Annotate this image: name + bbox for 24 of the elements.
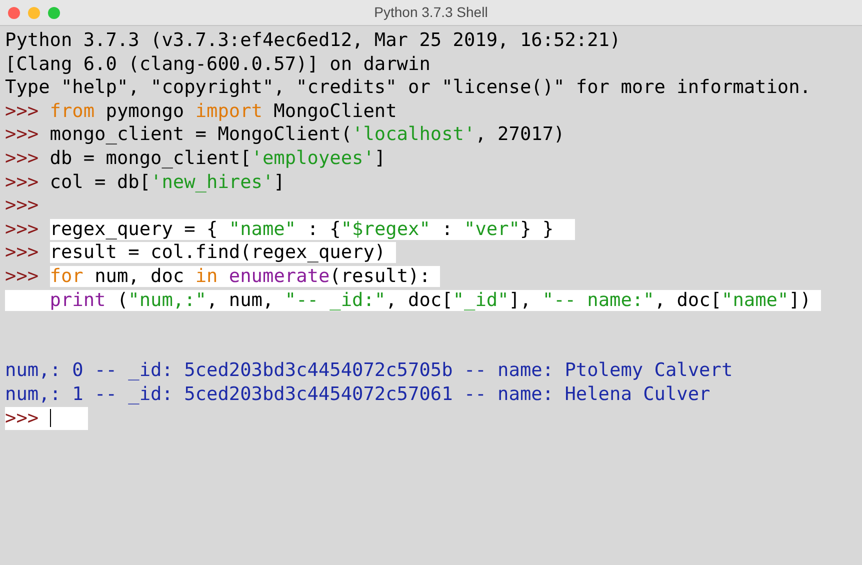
zoom-button[interactable] [48,6,60,18]
code-line: from pymongo import MongoClient [50,100,397,122]
prompt: >>> [5,124,40,146]
prompt: >>> [5,172,40,193]
prompt: >>> [5,100,40,122]
prompt: >>> [5,148,40,169]
prompt: >>> [5,195,40,216]
output-line: num,: 1 -- _id: 5ced203bd3c4454072c57061 -- name: Helena Culver [5,384,710,405]
prompt: >>> [5,242,40,264]
code-line: mongo_client = MongoClient('localhost', 27017) [50,124,565,146]
text-cursor [50,409,51,428]
output-line: Python 3.7.3 (v3.7.3:ef4ec6ed12, Mar 25 2019, 16:52:21) [5,30,621,51]
output-line: Type "help", "copyright", "credits" or "license()" for more information. [5,77,811,98]
close-button[interactable] [8,6,20,18]
prompt: >>> [5,266,40,287]
code-line: col = db['new_hires'] [50,172,285,193]
prompt: >>> [5,218,40,240]
output-line: num,: 0 -- _id: 5ced203bd3c4454072c5705b -- name: Ptolemy Calvert [5,360,733,382]
window-title: Python 3.7.3 Shell [374,3,488,22]
prompt: >>> [5,406,50,430]
code-line: db = mongo_client['employees'] [50,148,386,169]
minimize-button[interactable] [28,6,40,18]
output-line: [Clang 6.0 (clang-600.0.57)] on darwin [5,54,430,75]
input-area[interactable] [50,406,88,430]
